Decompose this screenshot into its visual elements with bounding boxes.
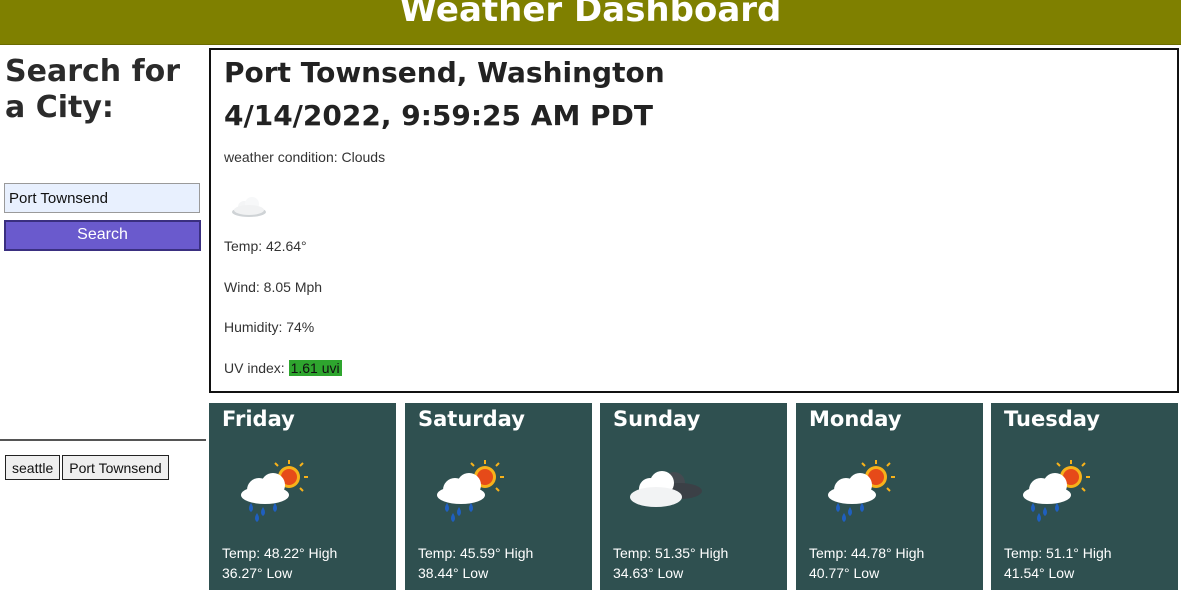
forecast-day: Sunday xyxy=(613,407,701,431)
history-button-port-townsend[interactable]: Port Townsend xyxy=(62,455,169,480)
current-weather-card: Port Townsend, Washington 4/14/2022, 9:5… xyxy=(209,48,1179,393)
weather-condition: weather condition: Clouds xyxy=(224,149,386,165)
forecast-card: Sunday Temp: 51.35° High 34.63° Low xyxy=(600,403,787,590)
forecast-day: Saturday xyxy=(418,407,525,431)
rain-sun-cloud-icon xyxy=(828,460,895,522)
page-title: Weather Dashboard xyxy=(399,0,782,30)
forecast-temp-low: 41.54° Low xyxy=(1004,565,1075,581)
forecast-temp-low: 38.44° Low xyxy=(418,565,489,581)
forecast-card: Friday Temp: 48.22° High 36.27° Low xyxy=(209,403,396,590)
search-panel: Search for a City: Search seattle Port T… xyxy=(0,46,206,590)
forecast-day: Tuesday xyxy=(1004,407,1100,431)
search-history: seattle Port Townsend xyxy=(5,455,169,480)
cloud-icon xyxy=(232,197,266,217)
cloud-dark-icon xyxy=(630,471,702,507)
forecast-temp-high: Temp: 44.78° High xyxy=(809,545,925,561)
forecast-temp-high: Temp: 51.35° High xyxy=(613,545,729,561)
forecast-temp-high: Temp: 45.59° High xyxy=(418,545,534,561)
current-wind: Wind: 8.05 Mph xyxy=(224,279,323,295)
rain-sun-cloud-icon xyxy=(1023,460,1090,522)
history-button-seattle[interactable]: seattle xyxy=(5,455,61,480)
forecast-temps: Temp: 48.22° High 36.27° Low xyxy=(222,543,390,583)
divider xyxy=(0,439,206,441)
forecast-temp-high: Temp: 48.22° High xyxy=(222,545,338,561)
current-datetime: 4/14/2022, 9:59:25 AM PDT xyxy=(224,99,653,132)
forecast-temp-high: Temp: 51.1° High xyxy=(1004,545,1112,561)
current-city-name: Port Townsend, Washington xyxy=(224,56,665,89)
uv-index: UV index: 1.61 uvi xyxy=(224,360,342,376)
forecast-day: Friday xyxy=(222,407,295,431)
uv-label: UV index: xyxy=(224,360,289,376)
forecast-temps: Temp: 45.59° High 38.44° Low xyxy=(418,543,586,583)
forecast-temp-low: 36.27° Low xyxy=(222,565,293,581)
forecast-card: Tuesday Temp: 51.1° High 41.54° Low xyxy=(991,403,1178,590)
search-button[interactable]: Search xyxy=(4,220,201,251)
city-search-input[interactable] xyxy=(4,183,200,213)
forecast-day: Monday xyxy=(809,407,902,431)
forecast-card: Monday Temp: 44.78° High 40.77° Low xyxy=(796,403,983,590)
search-label: Search for a City: xyxy=(5,54,181,125)
forecast-temp-low: 34.63° Low xyxy=(613,565,684,581)
rain-sun-cloud-icon xyxy=(437,460,504,522)
uv-badge: 1.61 uvi xyxy=(288,360,342,376)
forecast-card: Saturday Temp: 45.59° High 38.44° Low xyxy=(405,403,592,590)
rain-sun-cloud-icon xyxy=(241,460,308,522)
header: Weather Dashboard xyxy=(0,0,1181,45)
forecast-temps: Temp: 51.1° High 41.54° Low xyxy=(1004,543,1172,583)
current-temp: Temp: 42.64° xyxy=(224,238,307,254)
forecast-temp-low: 40.77° Low xyxy=(809,565,880,581)
current-humidity: Humidity: 74% xyxy=(224,319,315,335)
forecast-temps: Temp: 44.78° High 40.77° Low xyxy=(809,543,977,583)
forecast-temps: Temp: 51.35° High 34.63° Low xyxy=(613,543,781,583)
